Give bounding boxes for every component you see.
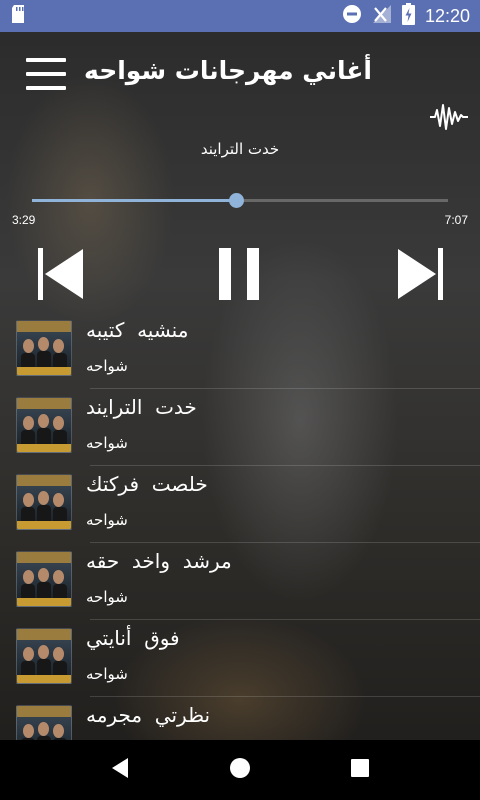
album-art-thumbnail: [16, 551, 72, 607]
navigation-bar: [0, 740, 480, 800]
menu-icon[interactable]: [26, 58, 66, 90]
song-title: فوق أنايتي: [86, 626, 180, 650]
song-list-item[interactable]: نظرتي مجرمهشواحه: [0, 697, 480, 740]
song-title: مرشد واخد حقه: [86, 549, 232, 573]
seek-bar-progress: [32, 199, 236, 202]
album-art-thumbnail: [16, 474, 72, 530]
song-artist: شواحه: [86, 434, 128, 452]
song-title: نظرتي مجرمه: [86, 703, 211, 727]
seek-bar-thumb[interactable]: [228, 193, 244, 208]
status-bar: 12:20: [0, 0, 480, 32]
skip-previous-icon[interactable]: [38, 248, 84, 304]
album-art-thumbnail: [16, 397, 72, 453]
status-time: 12:20: [424, 5, 470, 26]
album-art-thumbnail: [16, 705, 72, 740]
back-icon[interactable]: [110, 757, 130, 783]
song-artist: شواحه: [86, 511, 128, 529]
no-signal-icon: [372, 4, 392, 28]
song-list-item[interactable]: فوق أنايتي شواحه: [0, 620, 480, 697]
song-list: منشيه كتيبه شواحه خدت الترايند شواحه خلصت فر…: [0, 312, 480, 740]
song-list-item[interactable]: خلصت فركتك شواحه: [0, 466, 480, 543]
do-not-disturb-icon: [342, 4, 362, 28]
song-list-item[interactable]: منشيه كتيبه شواحه: [0, 312, 480, 389]
song-title: خدت الترايند: [86, 395, 197, 419]
now-playing-title: خدت الترايند: [200, 140, 280, 158]
pause-icon[interactable]: [219, 248, 261, 304]
app-bar: أغاني مهرجانات شواحه: [0, 32, 480, 116]
song-artist: شواحه: [86, 588, 128, 606]
skip-next-icon[interactable]: [397, 248, 443, 304]
album-art-thumbnail: [16, 320, 72, 376]
sd-card-icon: [10, 4, 26, 28]
battery-charging-icon: [401, 3, 415, 29]
current-time: 3:29: [12, 213, 36, 227]
song-artist: شواحه: [86, 357, 128, 375]
seek-bar[interactable]: [32, 193, 448, 208]
total-time: 7:07: [444, 213, 468, 227]
song-list-item[interactable]: خدت الترايند شواحه: [0, 389, 480, 466]
audio-wave-icon: [430, 102, 468, 136]
song-list-item[interactable]: مرشد واخد حقه شواحه: [0, 543, 480, 620]
app-title: أغاني مهرجانات شواحه: [84, 56, 372, 85]
song-title: خلصت فركتك: [86, 472, 208, 496]
recents-icon[interactable]: [350, 758, 370, 782]
home-icon[interactable]: [229, 757, 251, 783]
album-art-thumbnail: [16, 628, 72, 684]
song-title: منشيه كتيبه: [86, 318, 189, 342]
song-artist: شواحه: [86, 665, 128, 683]
